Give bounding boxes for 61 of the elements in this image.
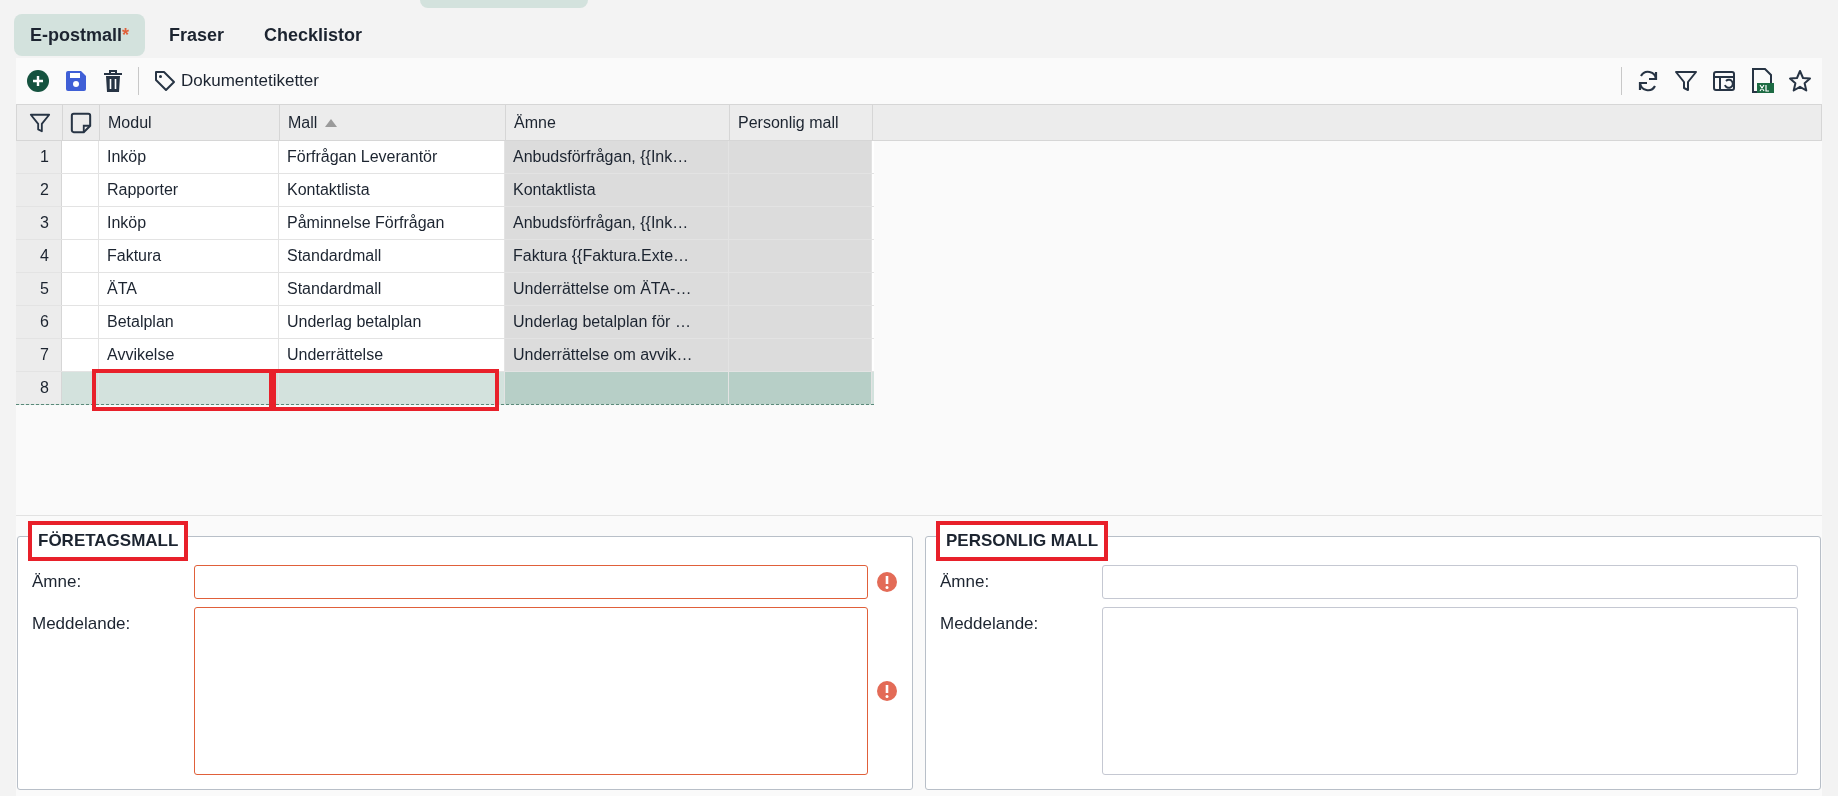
row-number: 1 <box>16 141 62 173</box>
tab[interactable]: Fraser <box>153 14 241 56</box>
section-title: FÖRETAGSMALL <box>28 521 189 561</box>
excel-export-icon[interactable] <box>1750 68 1774 94</box>
message-field[interactable] <box>1102 607 1798 775</box>
message-field[interactable] <box>194 607 868 775</box>
tag-icon <box>153 69 177 93</box>
table-row[interactable]: 5 ÄTA Standardmall Underrättelse om ÄTA-… <box>16 273 874 306</box>
trash-icon[interactable] <box>102 69 124 93</box>
table-cell: Faktura <box>99 240 279 272</box>
error-icon <box>876 571 898 593</box>
table-cell: Anbudsförfrågan, {{Ink… <box>505 141 729 173</box>
row-number: 6 <box>16 306 62 338</box>
tab[interactable]: Checklistor <box>248 14 379 56</box>
table-cell: Inköp <box>99 207 279 239</box>
refresh-icon[interactable] <box>1636 69 1660 93</box>
row-number: 4 <box>16 240 62 272</box>
filter-icon[interactable] <box>28 111 51 134</box>
row-number: 2 <box>16 174 62 206</box>
field-label: Meddelande: <box>940 613 1040 635</box>
reset-layout-icon[interactable] <box>1712 69 1736 93</box>
add-icon[interactable] <box>26 69 50 93</box>
row-number: 3 <box>16 207 62 239</box>
note-icon[interactable] <box>70 111 92 134</box>
sort-ascending-icon <box>325 118 338 127</box>
table-row[interactable]: 3 Inköp Påminnelse Förfrågan Anbudsförfrågan, {{Ink… <box>16 207 874 240</box>
table-cell: Kontaktlista <box>505 174 729 206</box>
table-row[interactable]: 1 Inköp Förfrågan Leverantör Anbudsförfrågan, {{Ink… <box>16 141 874 174</box>
column-header[interactable]: Personlig mall <box>730 105 873 140</box>
column-header[interactable]: Mall <box>280 105 506 140</box>
star-icon[interactable] <box>1788 69 1812 93</box>
field-label: Meddelande: <box>32 613 132 635</box>
table-cell: Faktura {{Faktura.Exte… <box>505 240 729 272</box>
subject-field[interactable] <box>1102 565 1798 599</box>
document-tags-button[interactable]: Dokumentetiketter <box>153 68 319 94</box>
table-cell: Anbudsförfrågan, {{Ink… <box>505 207 729 239</box>
tab[interactable]: E-postmall* <box>14 14 146 56</box>
field-label: Ämne: <box>32 571 83 593</box>
section-title: PERSONLIG MALL <box>936 521 1109 561</box>
table-cell: Rapporter <box>99 174 279 206</box>
table-cell: Betalplan <box>99 306 279 338</box>
table-cell: Inköp <box>99 141 279 173</box>
table-row[interactable]: 4 Faktura Standardmall Faktura {{Faktura.Exte… <box>16 240 874 273</box>
table-cell: Avvikelse <box>99 339 279 371</box>
table-cell: Underrättelse om avvik… <box>505 339 729 371</box>
table-row[interactable]: 2 Rapporter Kontaktlista Kontaktlista <box>16 174 874 207</box>
column-header[interactable]: Modul <box>100 105 280 140</box>
save-icon[interactable] <box>64 69 88 93</box>
filter-icon[interactable] <box>1674 69 1698 93</box>
subject-field[interactable] <box>194 565 868 599</box>
column-header[interactable]: Ämne <box>506 105 730 140</box>
row-number: 7 <box>16 339 62 371</box>
table-cell: ÄTA <box>99 273 279 305</box>
table-cell: Underlag betalplan för … <box>505 306 729 338</box>
table-row[interactable]: 6 Betalplan Underlag betalplan Underlag betalplan för … <box>16 306 874 339</box>
error-icon <box>876 680 898 702</box>
row-number: 5 <box>16 273 62 305</box>
field-label: Ämne: <box>940 571 991 593</box>
row-number: 8 <box>16 372 62 404</box>
table-row[interactable]: 7 Avvikelse Underrättelse Underrättelse om avvik… <box>16 339 874 372</box>
table-cell: Underrättelse om ÄTA-… <box>505 273 729 305</box>
